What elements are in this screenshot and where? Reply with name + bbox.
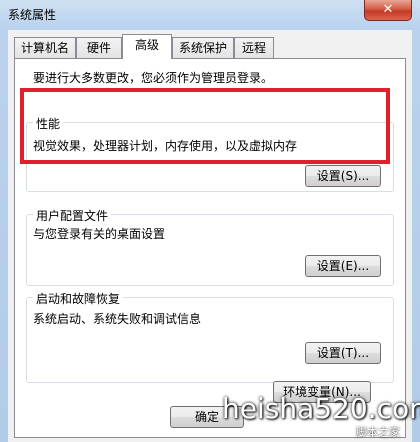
window-title: 系统属性 <box>8 8 57 22</box>
tab-hardware[interactable]: 硬件 <box>76 37 122 58</box>
performance-settings-button[interactable]: 设置(S)... <box>305 165 381 187</box>
tab-remote[interactable]: 远程 <box>234 37 274 58</box>
startup-recovery-group: 启动和故障恢复 系统启动、系统失败和调试信息 设置(T)... <box>26 290 394 383</box>
user-profiles-settings-button[interactable]: 设置(E)... <box>305 255 381 277</box>
tab-advanced[interactable]: 高级 <box>122 34 172 59</box>
admin-notice: 要进行大多数更改，您必须作为管理员登录。 <box>33 71 274 85</box>
user-profiles-group: 用户配置文件 与您登录有关的桌面设置 设置(E)... <box>26 207 394 286</box>
startup-recovery-title: 启动和故障恢复 <box>33 290 124 307</box>
system-properties-window: 系统属性 ✕ 计算机名 硬件 高级 系统保护 远程 要进行大多数更改，您必须作为… <box>0 0 420 442</box>
watermark-subtext: 脚本之家 <box>356 426 400 439</box>
title-bar[interactable]: 系统属性 ✕ <box>0 0 420 28</box>
tab-system-protection[interactable]: 系统保护 <box>172 37 234 58</box>
startup-recovery-settings-button[interactable]: 设置(T)... <box>305 342 381 364</box>
user-profiles-title: 用户配置文件 <box>33 207 112 224</box>
highlight-box <box>20 88 390 164</box>
user-profiles-description: 与您登录有关的桌面设置 <box>33 227 166 241</box>
close-button[interactable]: ✕ <box>364 0 412 21</box>
tab-computer-name[interactable]: 计算机名 <box>14 37 76 58</box>
watermark-text: heisha520.com <box>222 392 420 425</box>
startup-recovery-description: 系统启动、系统失败和调试信息 <box>33 312 202 326</box>
